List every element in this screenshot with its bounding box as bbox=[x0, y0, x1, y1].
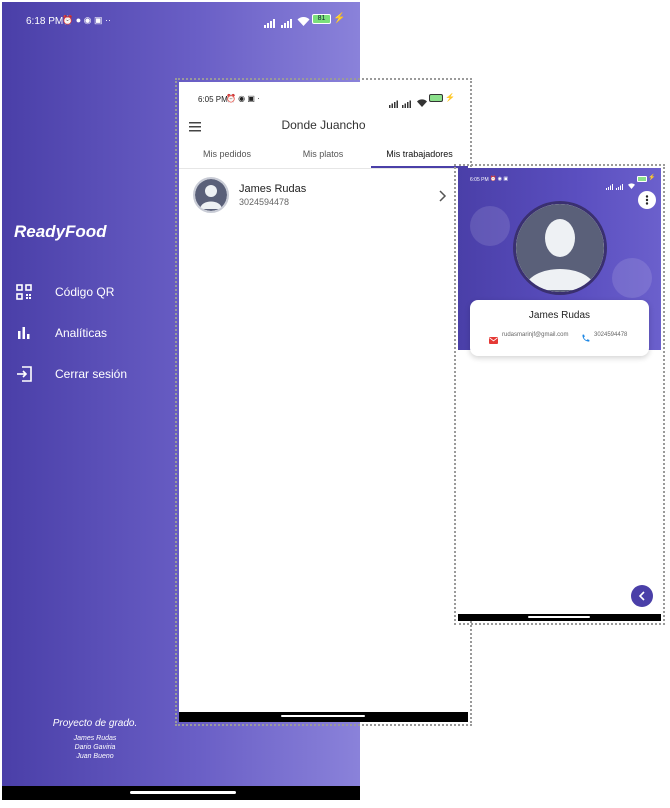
menu-item-logout[interactable]: Cerrar sesión bbox=[14, 362, 127, 386]
menu-item-label: Código QR bbox=[55, 285, 115, 299]
battery-icon bbox=[637, 176, 647, 182]
page-title: Donde Juancho bbox=[281, 118, 366, 132]
signal-icon bbox=[389, 95, 415, 113]
status-time: 6:05 PM bbox=[470, 177, 489, 183]
person-icon bbox=[516, 204, 604, 292]
credits-author: Dario Gaviria bbox=[74, 744, 116, 751]
tab-mis-trabajadores[interactable]: Mis trabajadores bbox=[371, 149, 468, 159]
wifi-icon bbox=[628, 176, 635, 194]
bar-chart-icon bbox=[14, 323, 34, 343]
phone-icon bbox=[581, 330, 590, 348]
status-time: 6:05 PM bbox=[198, 95, 228, 104]
status-notification-icons: ⏰ ◉ ▣ · bbox=[226, 94, 260, 103]
charging-icon: ⚡ bbox=[445, 93, 455, 102]
worker-name: James Rudas bbox=[239, 183, 307, 195]
back-button[interactable] bbox=[631, 585, 653, 607]
navigation-bar bbox=[179, 712, 468, 722]
list-item[interactable]: James Rudas 3024594478 bbox=[179, 174, 468, 216]
avatar bbox=[193, 177, 229, 213]
profile-avatar bbox=[513, 201, 607, 295]
decorative-bubble bbox=[470, 206, 510, 246]
profile-card: James Rudas rudasmarinjf@gmail.com 30245… bbox=[470, 300, 649, 356]
tab-divider bbox=[179, 168, 468, 169]
workers-screen: 6:05 PM ⏰ ◉ ▣ · ⚡ Donde Juancho Mis pedi… bbox=[179, 82, 468, 722]
wifi-icon bbox=[417, 94, 427, 112]
signal-icon bbox=[606, 177, 624, 195]
status-time: 6:18 PM bbox=[26, 16, 64, 27]
menu-item-label: Cerrar sesión bbox=[55, 367, 128, 381]
decorative-bubble bbox=[612, 258, 652, 298]
worker-profile-screen: 6:05 PM ⏰ ◉ ▣ ⚡ James Rudas rudasmarinjf… bbox=[458, 168, 661, 621]
charging-icon: ⚡ bbox=[333, 13, 346, 24]
home-indicator[interactable] bbox=[130, 791, 236, 794]
profile-name: James Rudas bbox=[528, 310, 591, 321]
battery-icon: 81 bbox=[312, 14, 331, 24]
app-title: ReadyFood bbox=[14, 222, 107, 241]
status-notification-icons: ⏰ ● ◉ ▣ ·· bbox=[62, 15, 111, 25]
credits-author: James Rudas bbox=[73, 735, 117, 742]
chevron-right-icon bbox=[439, 189, 447, 207]
credits-heading: Proyecto de grado. bbox=[52, 718, 138, 729]
profile-phone[interactable]: 3024594478 bbox=[594, 332, 627, 338]
wifi-icon bbox=[297, 14, 310, 32]
status-notification-icons: ⏰ ◉ ▣ bbox=[490, 176, 509, 182]
email-icon bbox=[489, 331, 498, 349]
charging-icon: ⚡ bbox=[648, 175, 656, 181]
logout-icon bbox=[14, 364, 34, 384]
menu-item-label: Analíticas bbox=[55, 326, 108, 340]
signal-icon bbox=[264, 15, 298, 33]
menu-item-qr[interactable]: Código QR bbox=[14, 280, 114, 304]
worker-phone: 3024594478 bbox=[239, 197, 290, 207]
more-options-button[interactable] bbox=[638, 191, 656, 209]
home-indicator[interactable] bbox=[528, 616, 590, 618]
battery-icon bbox=[429, 94, 443, 102]
tab-mis-platos[interactable]: Mis platos bbox=[275, 149, 371, 159]
home-indicator[interactable] bbox=[281, 715, 365, 717]
more-vertical-icon bbox=[645, 195, 649, 205]
tab-mis-pedidos[interactable]: Mis pedidos bbox=[179, 149, 275, 159]
credits-author: Juan Bueno bbox=[76, 753, 114, 760]
chevron-left-icon bbox=[638, 591, 645, 601]
menu-item-analytics[interactable]: Analíticas bbox=[14, 321, 107, 345]
profile-email[interactable]: rudasmarinjf@gmail.com bbox=[502, 332, 568, 338]
qr-code-icon bbox=[14, 282, 34, 302]
person-icon bbox=[195, 179, 227, 211]
